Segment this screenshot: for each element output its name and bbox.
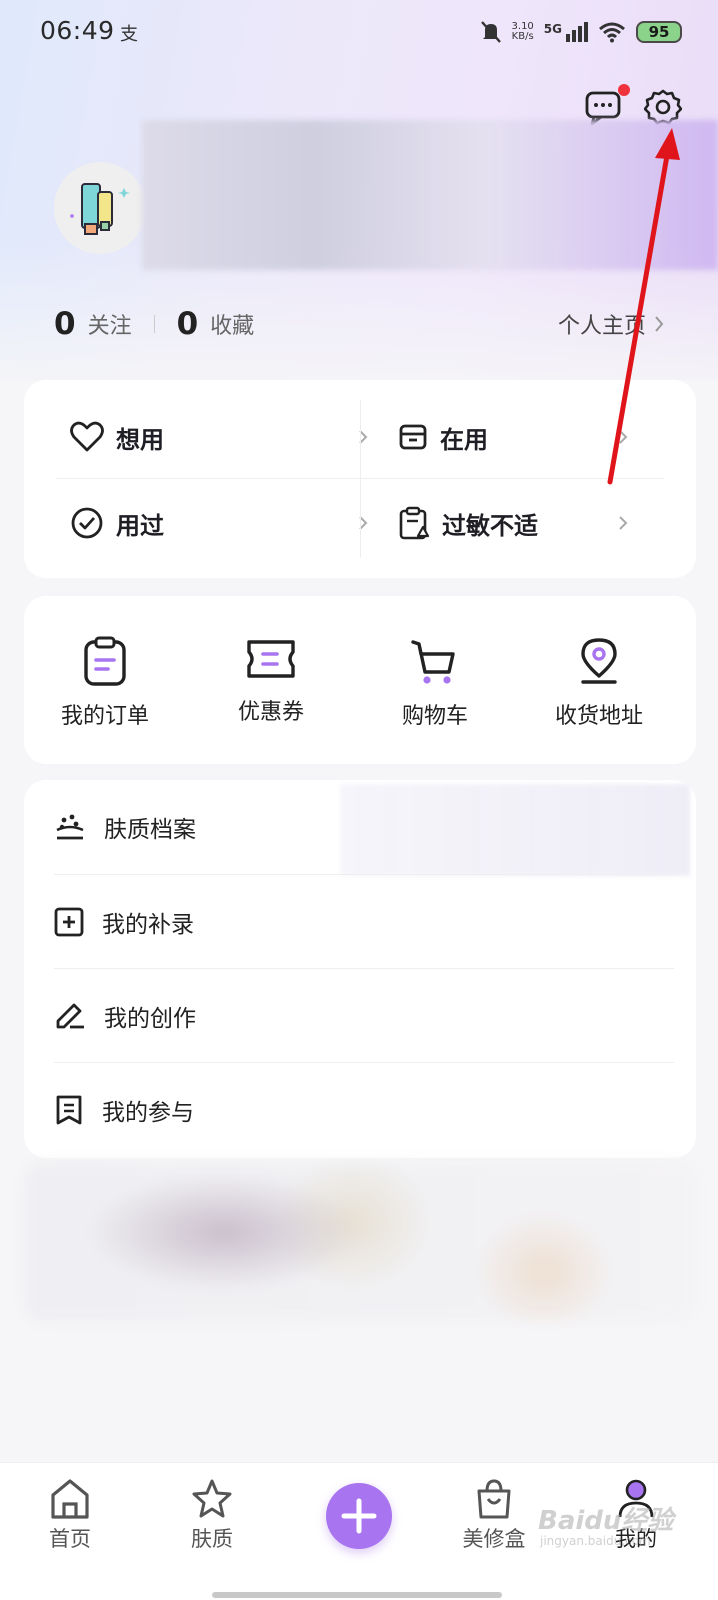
favorites-label[interactable]: 收藏 (210, 308, 254, 340)
skin-profile-icon (56, 814, 84, 840)
status-want-to-use[interactable]: 想用 (70, 394, 370, 480)
following-label[interactable]: 关注 (88, 308, 132, 340)
promo-banner-blurred[interactable] (24, 1162, 696, 1322)
chevron-right-icon (359, 516, 368, 530)
chevron-right-icon (359, 430, 368, 444)
nav-beauty-box[interactable]: 美修盒 (434, 1477, 554, 1553)
shortcut-address[interactable]: 收货地址 (524, 636, 674, 730)
menu-card: 肤质档案 我的补录 我的创作 我的参与 (24, 780, 696, 1158)
profile-info-blurred (142, 120, 718, 270)
nav-label: 首页 (49, 1527, 91, 1551)
alipay-notification-icon: 支 (120, 24, 138, 45)
shortcut-coupons[interactable]: 优惠券 (196, 636, 346, 726)
status-used[interactable]: 用过 (70, 480, 370, 566)
shortcut-cart[interactable]: 购物车 (360, 636, 510, 730)
personal-homepage-label: 个人主页 (557, 314, 646, 339)
menu-label: 我的参与 (102, 1100, 194, 1126)
status-time: 06:49 (40, 16, 115, 45)
divider (360, 400, 361, 558)
status-in-use[interactable]: 在用 (398, 394, 630, 480)
unread-dot (618, 84, 630, 96)
clipboard-alert-icon (399, 506, 430, 540)
signal-5g: 5G (544, 22, 588, 42)
stat-divider (153, 315, 155, 333)
nav-label: 美修盒 (462, 1527, 526, 1551)
order-clipboard-icon (84, 636, 126, 686)
coupon-icon (247, 640, 295, 678)
shortcuts-card: 我的订单 优惠券 购物车 收货地址 (24, 596, 696, 764)
star-outline-icon (192, 1479, 232, 1518)
shortcut-label: 收货地址 (554, 704, 643, 729)
shortcut-label: 我的订单 (60, 704, 149, 729)
watermark-url: jingyan.baidu.com (540, 1534, 651, 1548)
status-label: 在用 (440, 425, 488, 454)
status-icons: 3.10 KB/s 5G 95 (480, 18, 682, 46)
nav-label: 肤质 (191, 1527, 233, 1551)
cart-icon (411, 640, 455, 684)
following-count[interactable]: 0 (54, 306, 76, 342)
signal-bar (584, 22, 588, 42)
menu-label: 我的创作 (104, 1006, 196, 1032)
nav-home[interactable]: 首页 (10, 1477, 130, 1553)
chevron-right-icon (619, 516, 628, 530)
chevron-right-icon (619, 430, 628, 444)
mute-bell-icon (480, 21, 501, 43)
home-icon (51, 1479, 89, 1519)
status-label: 想用 (116, 425, 164, 454)
menu-label: 我的补录 (102, 912, 194, 938)
status-label: 过敏不适 (442, 511, 538, 540)
personal-homepage-link[interactable]: 个人主页 (558, 308, 664, 340)
status-bar: 06:49 支 3.10 KB/s 5G 95 (0, 0, 718, 64)
shopping-bag-icon (477, 1479, 511, 1519)
heart-icon (70, 421, 104, 452)
bookmark-doc-icon (56, 1095, 82, 1125)
shortcut-label: 优惠券 (237, 700, 304, 725)
wifi-icon (599, 22, 625, 43)
menu-my-participation[interactable]: 我的参与 (54, 1063, 674, 1157)
network-type: 5G (543, 22, 562, 36)
menu-my-creations[interactable]: 我的创作 (54, 969, 674, 1063)
net-speed: 3.10 KB/s (512, 22, 534, 42)
check-circle-icon (71, 507, 103, 539)
menu-label: 肤质档案 (104, 817, 196, 843)
shortcut-label: 购物车 (401, 704, 468, 729)
location-pin-icon (581, 638, 617, 684)
battery-indicator: 95 (636, 21, 682, 43)
chevron-right-icon (655, 316, 664, 332)
watermark: Baidu经验 (538, 1506, 674, 1536)
signal-bar (578, 26, 582, 42)
add-button[interactable] (326, 1483, 392, 1549)
product-status-card: 想用 在用 用过 过敏不适 (24, 380, 696, 578)
plus-icon (341, 1498, 377, 1534)
menu-my-supplements[interactable]: 我的补录 (54, 875, 674, 969)
menu-skin-profile[interactable]: 肤质档案 (54, 780, 674, 874)
pencil-icon (56, 1003, 84, 1029)
status-label: 用过 (116, 511, 164, 540)
favorites-count[interactable]: 0 (177, 306, 199, 342)
plus-square-icon (54, 907, 84, 937)
signal-bar (572, 30, 576, 42)
profile-stats: 0 关注 0 收藏 个人主页 (54, 304, 664, 344)
nav-skin[interactable]: 肤质 (152, 1477, 272, 1553)
shortcut-my-orders[interactable]: 我的订单 (30, 636, 180, 730)
cosmetics-tubes-icon (70, 183, 130, 235)
box-icon (399, 424, 427, 450)
home-indicator[interactable] (212, 1592, 502, 1598)
net-speed-unit: KB/s (511, 31, 534, 42)
signal-bar (566, 34, 570, 42)
status-allergy[interactable]: 过敏不适 (398, 480, 630, 566)
avatar[interactable] (54, 162, 146, 254)
